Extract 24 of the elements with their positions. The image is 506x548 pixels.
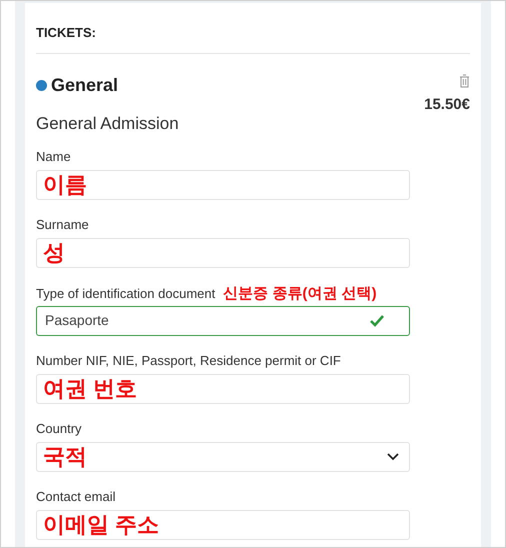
field-label: Number NIF, NIE, Passport, Residence permit or CIF	[36, 352, 341, 370]
field-label: Country	[36, 420, 82, 438]
annotation-text: 여권 번호	[43, 378, 138, 400]
input-field[interactable]: 이름	[36, 170, 410, 200]
field-label: Type of identification document	[36, 284, 216, 303]
annotation-text: 이메일 주소	[43, 514, 160, 536]
section-title: TICKETS:	[36, 25, 96, 40]
select-field[interactable]: 국적	[36, 442, 410, 472]
ticket-description: General Admission	[36, 113, 179, 135]
annotation-text: 성	[43, 242, 65, 264]
annotation-text: 국적	[43, 446, 87, 468]
select-field[interactable]: Pasaporte	[36, 306, 410, 336]
annotation-text: 신분증 종류(여권 선택)	[223, 284, 377, 304]
field-value: Pasaporte	[44, 311, 109, 330]
trash-icon[interactable]	[459, 74, 470, 88]
input-field[interactable]: 이메일 주소	[36, 510, 410, 540]
field-label: Contact email	[36, 488, 116, 506]
input-field[interactable]: 성	[36, 238, 410, 268]
ticket-name: General	[51, 74, 118, 97]
annotation-text: 이름	[43, 174, 87, 196]
ticket-price: 15.50€	[424, 95, 470, 115]
field-label: Name	[36, 148, 71, 166]
field-label: Surname	[36, 216, 89, 234]
input-field[interactable]: 여권 번호	[36, 374, 410, 404]
